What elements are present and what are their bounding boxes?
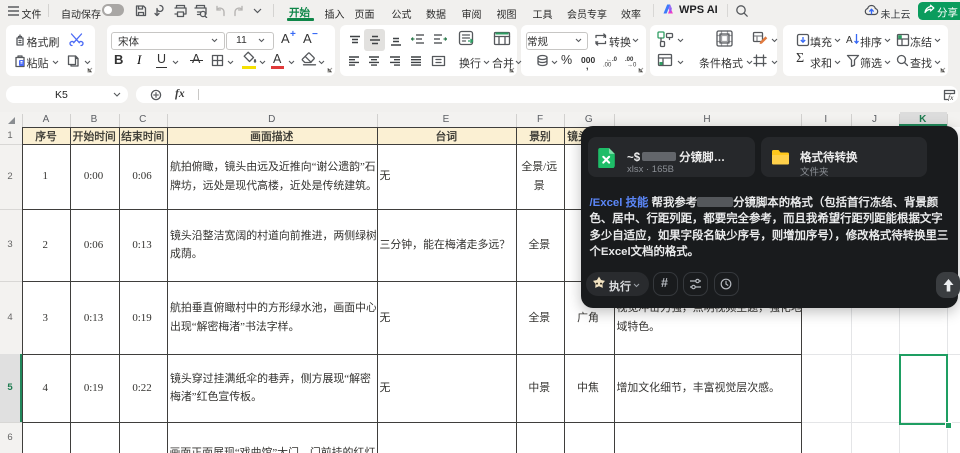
svg-text:fx: fx xyxy=(948,93,954,101)
